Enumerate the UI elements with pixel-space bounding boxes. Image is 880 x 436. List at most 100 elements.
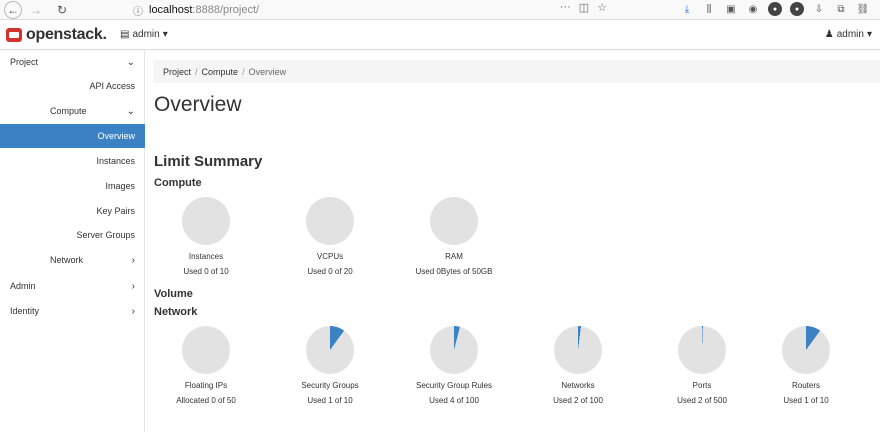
- chevron-down-icon: ⌄: [126, 56, 135, 68]
- chevron-right-icon: ›: [131, 254, 135, 266]
- screenshot-icon[interactable]: ⧉: [834, 2, 848, 16]
- breadcrumb-compute[interactable]: Compute: [202, 67, 239, 77]
- download-icon[interactable]: ⤓: [680, 2, 694, 16]
- sidebar-item-compute[interactable]: Compute ⌄: [0, 99, 145, 123]
- sidebar-item-label: Admin: [10, 281, 36, 291]
- pie-usage: Used 0Bytes of 50GB: [415, 267, 493, 276]
- quota-pie-security-groups: Security Groups Used 1 of 10: [260, 326, 400, 436]
- user-icon: ♟: [824, 29, 834, 40]
- sidebar-item-images[interactable]: Images: [0, 174, 145, 198]
- chevron-right-icon: ›: [131, 305, 135, 317]
- pie-chart: [430, 326, 478, 374]
- breadcrumb-project[interactable]: Project: [163, 67, 191, 77]
- pie-usage: Used 0 of 10: [183, 267, 229, 276]
- quota-pie-vcpus: VCPUs Used 0 of 20: [260, 197, 400, 307]
- sidebar-item-overview[interactable]: Overview: [0, 124, 145, 148]
- quota-pie-floating-ips: Floating IPs Allocated 0 of 50: [136, 326, 276, 436]
- user-name: admin: [836, 29, 864, 40]
- caret-down-icon: ▾: [162, 29, 168, 40]
- info-icon[interactable]: ⓘ: [133, 3, 143, 18]
- url-bar[interactable]: ⓘ localhost :8888/project/ ··· ◫ ☆: [133, 1, 613, 19]
- quota-pie-ram: RAM Used 0Bytes of 50GB: [384, 197, 524, 307]
- sidebar-item-label: Identity: [10, 306, 40, 316]
- url-host: localhost: [149, 4, 193, 16]
- forward-icon[interactable]: →: [28, 2, 44, 18]
- sidebar-item-label: Images: [105, 181, 135, 191]
- pie-usage: Used 1 of 10: [307, 396, 353, 405]
- sidebar-item-label: Instances: [96, 156, 135, 166]
- pie-usage: Allocated 0 of 50: [176, 396, 236, 405]
- project-switcher[interactable]: ▤ admin ▾: [120, 29, 168, 40]
- pie-label: Instances: [188, 252, 224, 261]
- pie-chart: [182, 197, 230, 245]
- pie-label: Routers: [791, 381, 820, 390]
- project-icon: ▤: [120, 29, 130, 40]
- pie-label: VCPUs: [316, 252, 344, 261]
- chevron-down-icon: ⌄: [126, 105, 135, 117]
- openstack-logo[interactable]: openstack.: [6, 26, 107, 44]
- user-menu[interactable]: ♟ admin ▾: [825, 29, 872, 40]
- pocket-icon[interactable]: ◫: [579, 1, 589, 14]
- quota-pie-instances: Instances Used 0 of 10: [136, 197, 276, 307]
- pie-usage: Used 0 of 20: [307, 267, 353, 276]
- quota-pie-routers: Routers Used 1 of 10: [736, 326, 876, 436]
- pie-chart: [554, 326, 602, 374]
- sidebar-icon[interactable]: ▣: [724, 2, 738, 16]
- library-icon[interactable]: ⫼: [702, 2, 716, 16]
- sidebar: Project ⌄ API Access Compute ⌄ Overview …: [0, 50, 145, 432]
- link-icon[interactable]: ⛓: [856, 2, 870, 16]
- pie-usage: Used 4 of 100: [429, 396, 479, 405]
- breadcrumb-separator: /: [242, 66, 245, 77]
- sidebar-item-identity[interactable]: Identity ›: [0, 299, 145, 323]
- limit-summary-title: Limit Summary: [154, 153, 263, 170]
- breadcrumb: Project / Compute / Overview: [153, 60, 880, 83]
- page-actions-icon[interactable]: ···: [560, 1, 571, 14]
- pie-label: Floating IPs: [184, 381, 228, 390]
- openstack-logo-icon: [6, 28, 22, 42]
- network-group-title: Network: [154, 306, 198, 318]
- project-name: admin: [132, 29, 160, 40]
- caret-down-icon: ▾: [866, 29, 872, 40]
- quota-pie-security-group-rules: Security Group Rules Used 4 of 100: [384, 326, 524, 436]
- bookmark-star-icon[interactable]: ☆: [597, 1, 607, 14]
- sidebar-item-label: Server Groups: [76, 230, 135, 240]
- page-title: Overview: [154, 93, 242, 116]
- pie-chart: [782, 326, 830, 374]
- breadcrumb-separator: /: [195, 66, 198, 77]
- sidebar-item-project[interactable]: Project ⌄: [0, 50, 145, 74]
- quota-pie-networks: Networks Used 2 of 100: [508, 326, 648, 436]
- app-header: openstack. ▤ admin ▾ ♟ admin ▾: [0, 20, 880, 50]
- account-icon[interactable]: ◉: [746, 2, 760, 16]
- sidebar-item-instances[interactable]: Instances: [0, 149, 145, 173]
- pie-chart: [430, 197, 478, 245]
- pie-label: Security Groups: [301, 381, 359, 390]
- browser-toolbar: ← → ↻ ⓘ localhost :8888/project/ ··· ◫ ☆…: [0, 0, 880, 20]
- extension-icon[interactable]: ●: [768, 2, 782, 16]
- pie-usage: Used 1 of 10: [783, 396, 829, 405]
- reload-icon[interactable]: ↻: [54, 2, 70, 18]
- pie-chart: [678, 326, 726, 374]
- back-icon[interactable]: ←: [4, 0, 22, 19]
- sidebar-item-server-groups[interactable]: Server Groups: [0, 223, 145, 247]
- pie-chart: [182, 326, 230, 374]
- compute-group-title: Compute: [154, 177, 202, 189]
- pie-label: RAM: [445, 252, 463, 261]
- sidebar-item-label: Project: [10, 57, 39, 67]
- chevron-right-icon: ›: [131, 280, 135, 292]
- pie-usage: Used 2 of 100: [553, 396, 603, 405]
- sidebar-item-label: Key Pairs: [96, 206, 135, 216]
- download-manager-icon[interactable]: ⇩: [812, 2, 826, 16]
- pie-label: Networks: [561, 381, 595, 390]
- sidebar-item-label: Overview: [97, 131, 135, 141]
- pie-chart: [306, 197, 354, 245]
- sidebar-item-network[interactable]: Network ›: [0, 248, 145, 272]
- sidebar-item-admin[interactable]: Admin ›: [0, 274, 145, 298]
- url-path: :8888/project/: [192, 4, 260, 16]
- pie-chart: [306, 326, 354, 374]
- sidebar-item-key-pairs[interactable]: Key Pairs: [0, 199, 145, 223]
- sidebar-item-label: Network: [50, 255, 84, 265]
- breadcrumb-overview: Overview: [248, 66, 287, 77]
- sidebar-item-label: Compute: [50, 106, 87, 116]
- extension-dark-icon[interactable]: ●: [790, 2, 804, 16]
- sidebar-item-api-access[interactable]: API Access: [0, 74, 145, 98]
